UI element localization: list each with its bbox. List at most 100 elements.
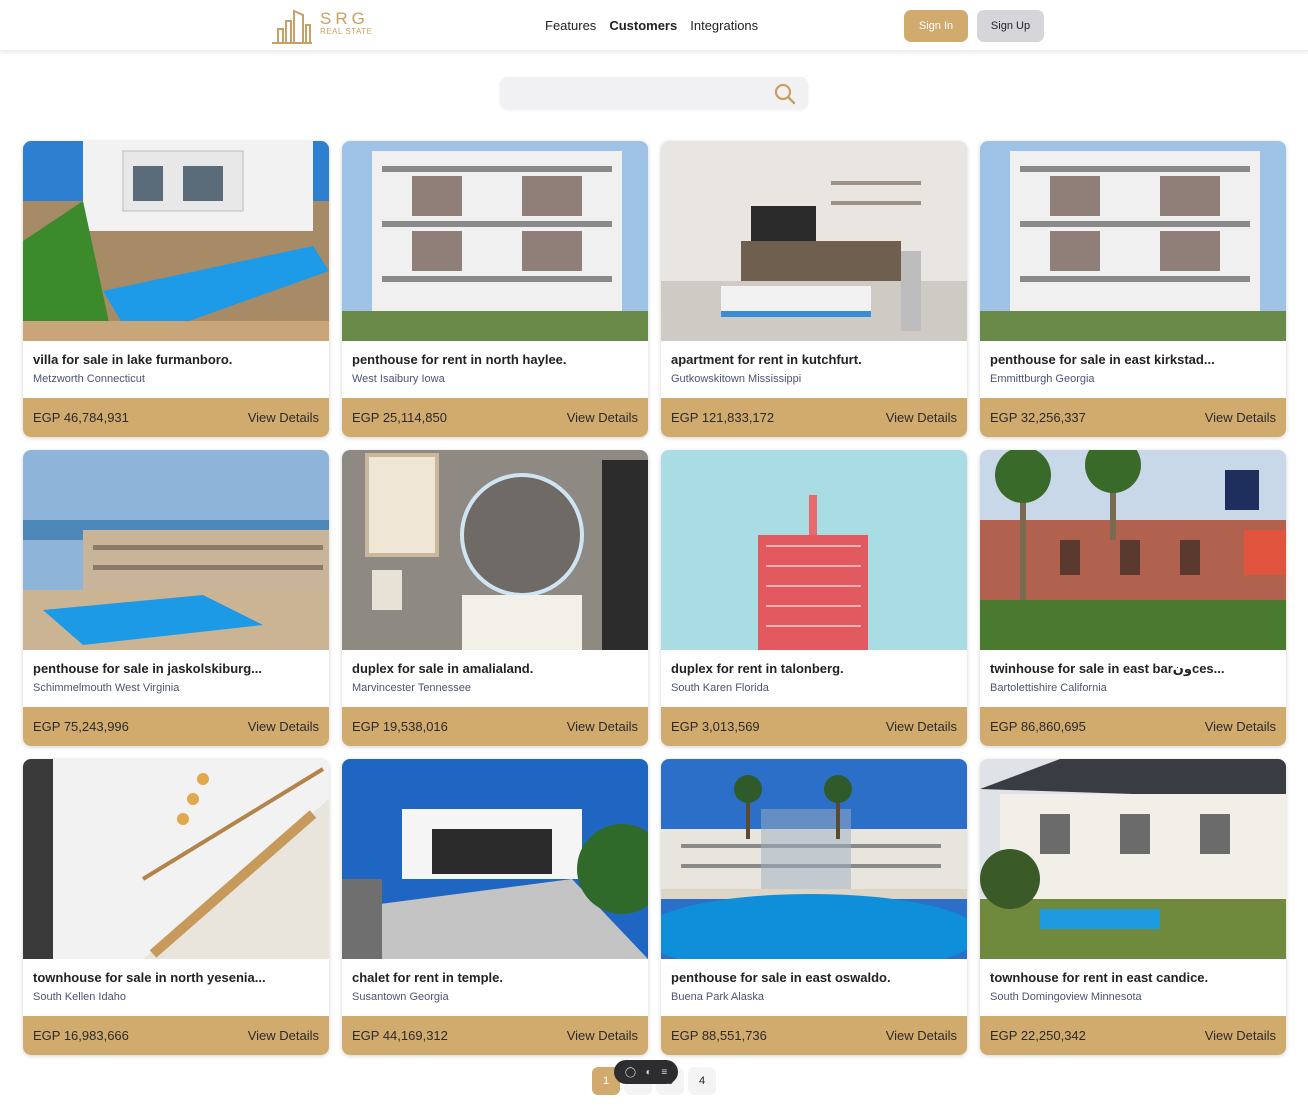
- listing-price: EGP 19,538,016: [352, 719, 448, 734]
- listing-card[interactable]: townhouse for sale in north yesenia... S…: [23, 759, 329, 1055]
- nav-customers[interactable]: Customers: [609, 18, 677, 33]
- listing-title[interactable]: twinhouse for sale in east barونces...: [990, 661, 1280, 677]
- listing-price: EGP 75,243,996: [33, 719, 129, 734]
- listing-image[interactable]: [980, 450, 1286, 650]
- view-details-link[interactable]: View Details: [248, 1028, 319, 1043]
- listing-card[interactable]: penthouse for sale in east kirkstad... E…: [980, 141, 1286, 437]
- listing-image[interactable]: [342, 450, 648, 650]
- listing-card[interactable]: villa for sale in lake furmanboro. Metzw…: [23, 141, 329, 437]
- floating-toolbar[interactable]: ◯ ◐ ≡: [614, 1060, 678, 1084]
- nav-integrations[interactable]: Integrations: [690, 18, 758, 33]
- listing-footer: EGP 19,538,016 View Details: [342, 707, 648, 746]
- listing-price: EGP 86,860,695: [990, 719, 1086, 734]
- listing-title[interactable]: apartment for rent in kutchfurt.: [671, 352, 961, 367]
- sign-in-button[interactable]: Sign In: [904, 10, 968, 42]
- listing-footer: EGP 25,114,850 View Details: [342, 398, 648, 437]
- listing-footer: EGP 86,860,695 View Details: [980, 707, 1286, 746]
- listing-card[interactable]: penthouse for rent in north haylee. West…: [342, 141, 648, 437]
- listing-image[interactable]: [342, 141, 648, 341]
- view-details-link[interactable]: View Details: [886, 719, 957, 734]
- listing-title[interactable]: townhouse for rent in east candice.: [990, 970, 1280, 985]
- listing-title[interactable]: duplex for sale in amalialand.: [352, 661, 642, 676]
- view-details-link[interactable]: View Details: [1205, 1028, 1276, 1043]
- search-icon[interactable]: [774, 83, 796, 105]
- view-details-link[interactable]: View Details: [248, 410, 319, 425]
- listing-image[interactable]: [661, 450, 967, 650]
- toggle-icon[interactable]: ◐: [646, 1067, 652, 1078]
- listing-location: Schimmelmouth West Virginia: [33, 682, 180, 694]
- listing-card[interactable]: duplex for sale in amalialand. Marvinces…: [342, 450, 648, 746]
- listing-footer: EGP 46,784,931 View Details: [23, 398, 329, 437]
- logo-subtitle: REAL STATE: [320, 27, 373, 36]
- listing-location: Susantown Georgia: [352, 991, 449, 1003]
- listing-card[interactable]: duplex for rent in talonberg. South Kare…: [661, 450, 967, 746]
- view-details-link[interactable]: View Details: [567, 719, 638, 734]
- view-details-link[interactable]: View Details: [1205, 410, 1276, 425]
- listing-title[interactable]: chalet for rent in temple.: [352, 970, 642, 985]
- listing-title[interactable]: penthouse for sale in east oswaldo.: [671, 970, 961, 985]
- view-details-link[interactable]: View Details: [248, 719, 319, 734]
- view-details-link[interactable]: View Details: [886, 410, 957, 425]
- listing-price: EGP 32,256,337: [990, 410, 1086, 425]
- listing-location: Metzworth Connecticut: [33, 373, 145, 385]
- page-button-4[interactable]: 4: [688, 1067, 716, 1095]
- listing-image[interactable]: [23, 450, 329, 650]
- listing-location: South Kellen Idaho: [33, 991, 126, 1003]
- listing-footer: EGP 75,243,996 View Details: [23, 707, 329, 746]
- listing-price: EGP 88,551,736: [671, 1028, 767, 1043]
- listing-price: EGP 46,784,931: [33, 410, 129, 425]
- listing-price: EGP 3,013,569: [671, 719, 760, 734]
- building-logo-icon: [272, 9, 312, 44]
- listing-footer: EGP 3,013,569 View Details: [661, 707, 967, 746]
- listing-location: South Karen Florida: [671, 682, 769, 694]
- comment-icon[interactable]: ◯: [625, 1067, 636, 1078]
- listing-card[interactable]: apartment for rent in kutchfurt. Gutkows…: [661, 141, 967, 437]
- listing-image[interactable]: [980, 141, 1286, 341]
- listing-title[interactable]: penthouse for rent in north haylee.: [352, 352, 642, 367]
- listing-title[interactable]: villa for sale in lake furmanboro.: [33, 352, 323, 367]
- listing-location: Gutkowskitown Mississippi: [671, 373, 802, 385]
- menu-icon[interactable]: ≡: [661, 1067, 667, 1078]
- main-nav: Features Customers Integrations: [545, 18, 758, 33]
- listing-footer: EGP 22,250,342 View Details: [980, 1016, 1286, 1055]
- listing-title[interactable]: townhouse for sale in north yesenia...: [33, 970, 323, 985]
- listing-footer: EGP 44,169,312 View Details: [342, 1016, 648, 1055]
- logo[interactable]: SRG REAL STATE: [270, 7, 380, 45]
- top-navbar: SRG REAL STATE Features Customers Integr…: [0, 0, 1308, 51]
- listing-card[interactable]: twinhouse for sale in east barونces... B…: [980, 450, 1286, 746]
- listing-location: Buena Park Alaska: [671, 991, 764, 1003]
- listing-title[interactable]: duplex for rent in talonberg.: [671, 661, 961, 676]
- listing-footer: EGP 32,256,337 View Details: [980, 398, 1286, 437]
- listing-card[interactable]: townhouse for rent in east candice. Sout…: [980, 759, 1286, 1055]
- listing-location: West Isaibury Iowa: [352, 373, 445, 385]
- listing-footer: EGP 16,983,666 View Details: [23, 1016, 329, 1055]
- nav-features[interactable]: Features: [545, 18, 596, 33]
- listing-footer: EGP 121,833,172 View Details: [661, 398, 967, 437]
- listing-card[interactable]: penthouse for sale in east oswaldo. Buen…: [661, 759, 967, 1055]
- listing-image[interactable]: [661, 759, 967, 959]
- listing-price: EGP 16,983,666: [33, 1028, 129, 1043]
- listing-image[interactable]: [661, 141, 967, 341]
- listing-location: Emmittburgh Georgia: [990, 373, 1095, 385]
- search-input[interactable]: [510, 83, 760, 103]
- listing-location: Bartolettishire California: [990, 682, 1107, 694]
- listing-footer: EGP 88,551,736 View Details: [661, 1016, 967, 1055]
- listing-price: EGP 121,833,172: [671, 410, 775, 425]
- listing-title[interactable]: penthouse for sale in east kirkstad...: [990, 352, 1280, 367]
- sign-up-button[interactable]: Sign Up: [977, 10, 1044, 42]
- listing-image[interactable]: [23, 141, 329, 341]
- listing-image[interactable]: [980, 759, 1286, 959]
- listing-price: EGP 25,114,850: [352, 410, 447, 425]
- listing-card[interactable]: chalet for rent in temple. Susantown Geo…: [342, 759, 648, 1055]
- view-details-link[interactable]: View Details: [567, 1028, 638, 1043]
- listing-location: Marvincester Tennessee: [352, 682, 472, 694]
- listing-title[interactable]: penthouse for sale in jaskolskiburg...: [33, 661, 323, 676]
- listing-image[interactable]: [342, 759, 648, 959]
- view-details-link[interactable]: View Details: [1205, 719, 1276, 734]
- listing-image[interactable]: [23, 759, 329, 959]
- listing-card[interactable]: penthouse for sale in jaskolskiburg... S…: [23, 450, 329, 746]
- listing-price: EGP 22,250,342: [990, 1028, 1086, 1043]
- search-bar: [500, 77, 808, 109]
- view-details-link[interactable]: View Details: [886, 1028, 957, 1043]
- view-details-link[interactable]: View Details: [567, 410, 638, 425]
